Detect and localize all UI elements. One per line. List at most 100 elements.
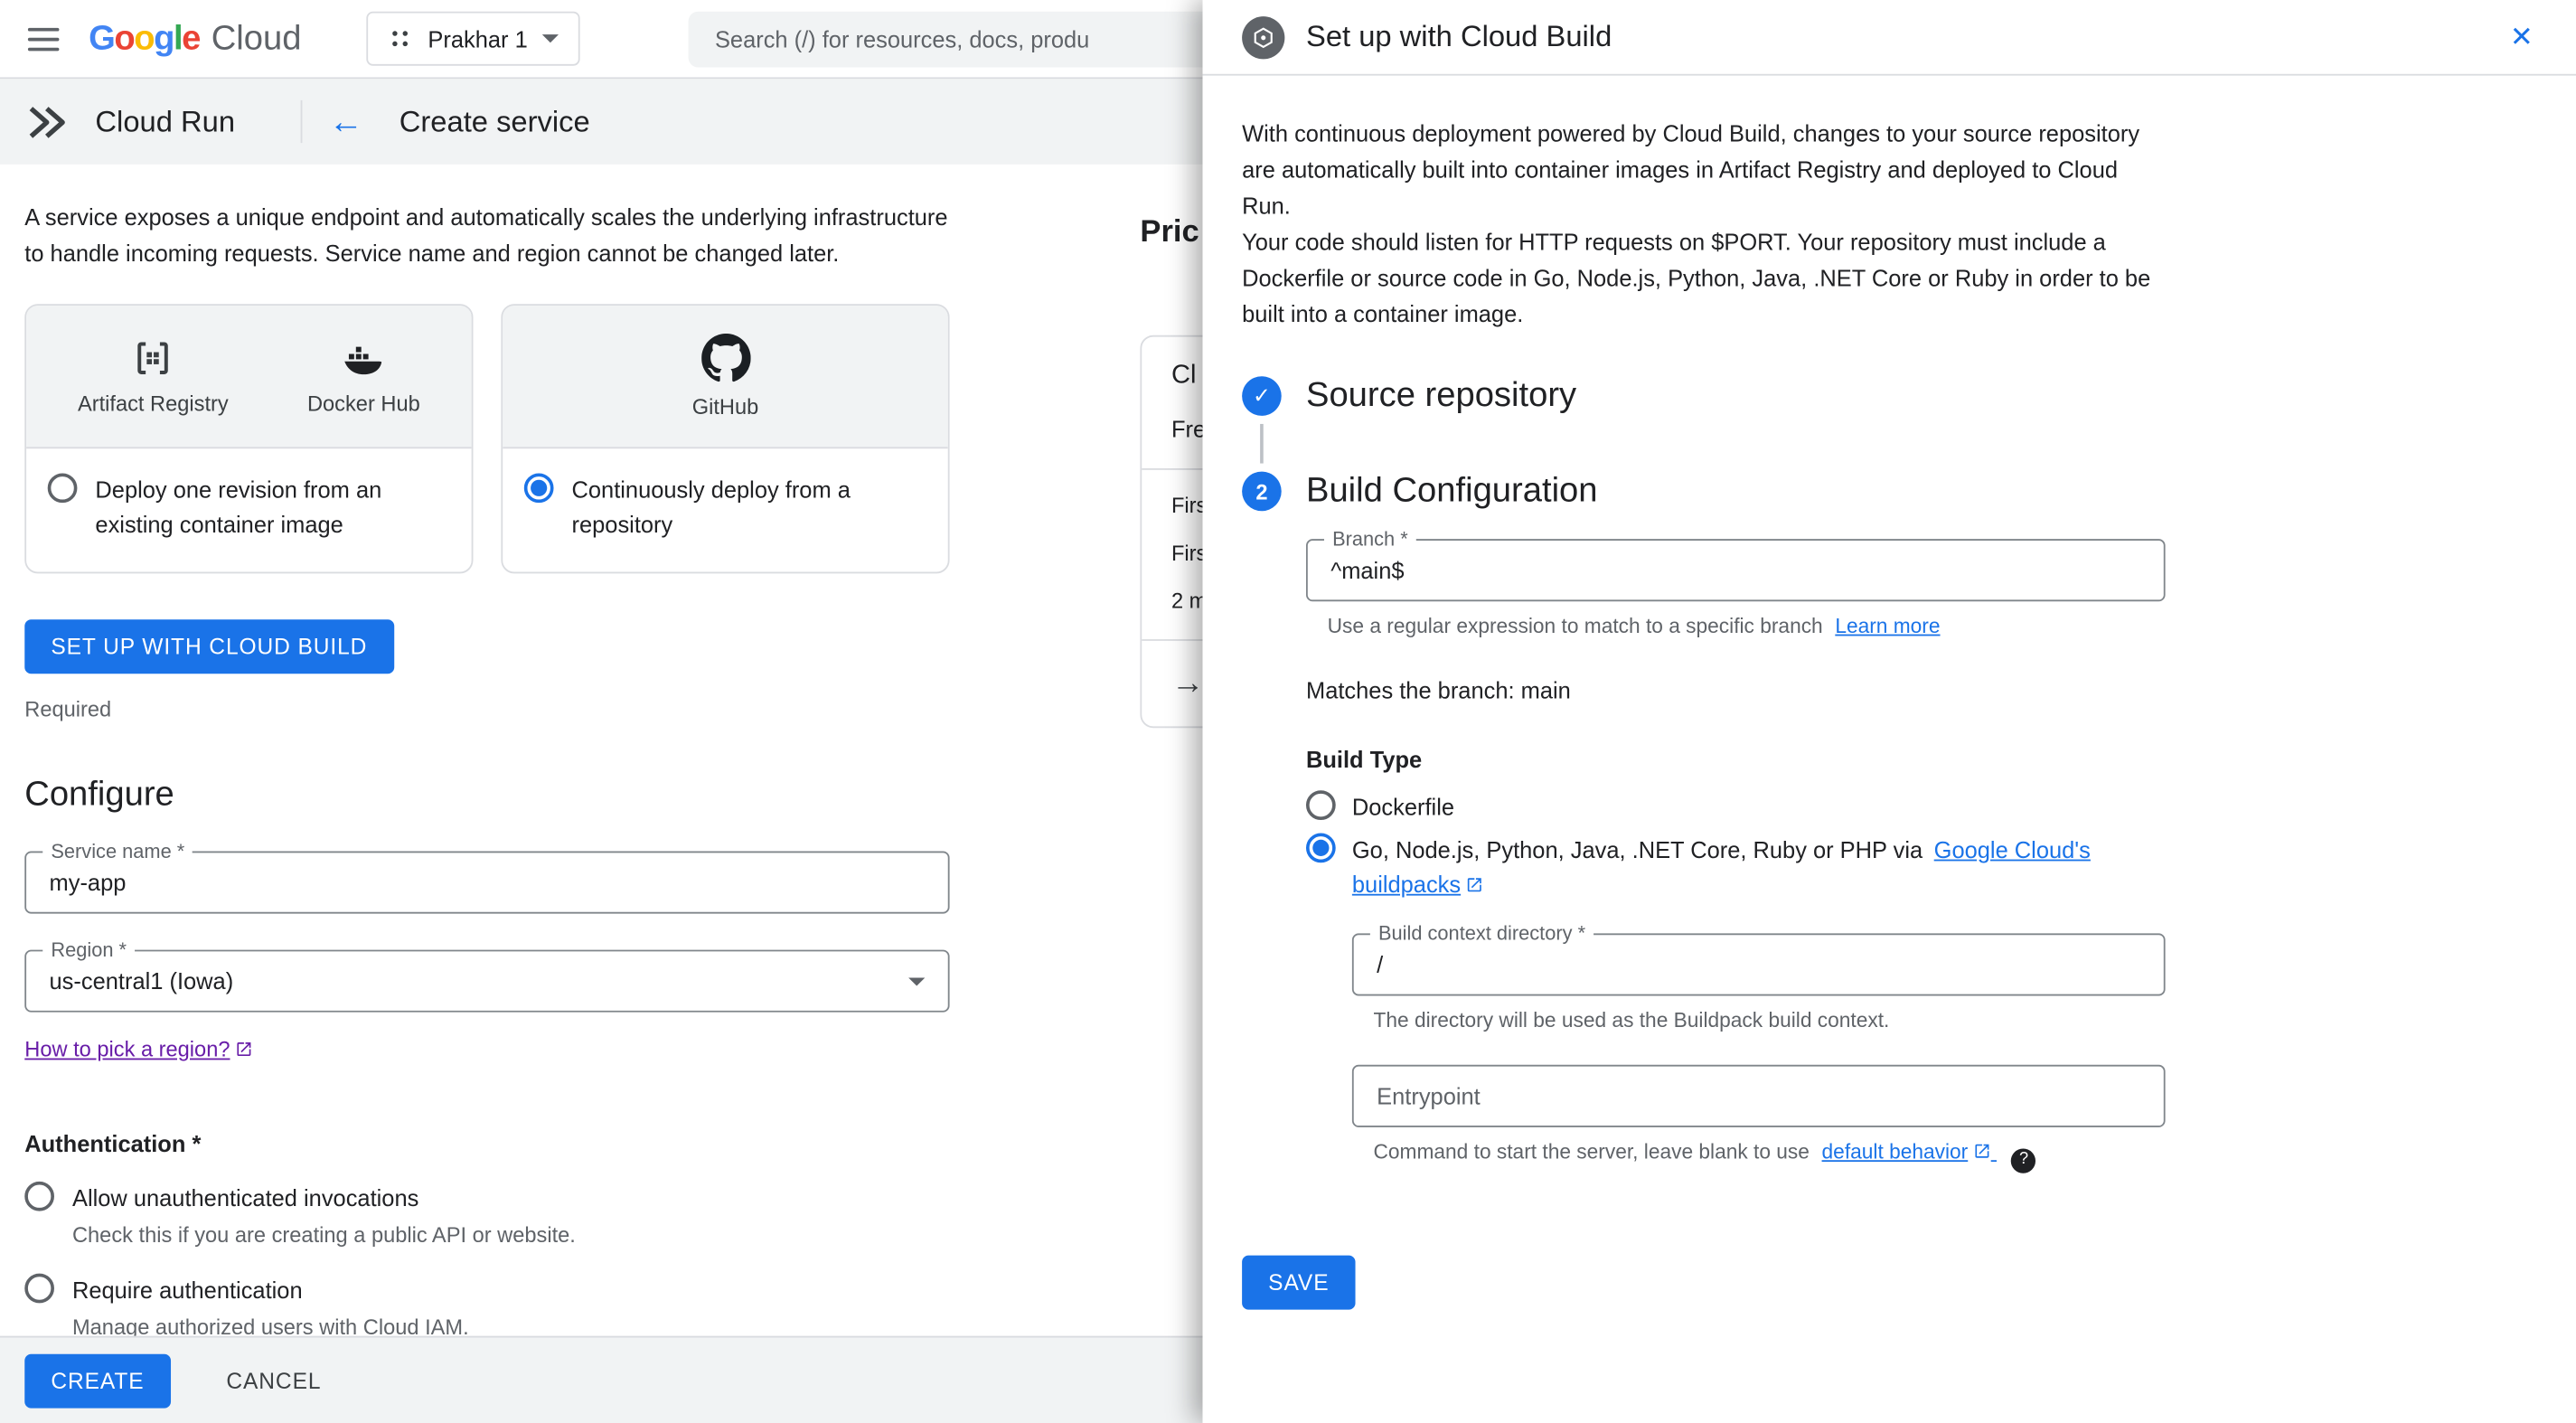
- radio-unselected-icon[interactable]: [47, 473, 78, 504]
- google-cloud-logo[interactable]: Google Cloud: [89, 19, 301, 59]
- panel-paragraph: With continuous deployment powered by Cl…: [1242, 119, 2140, 219]
- save-button[interactable]: SAVE: [1242, 1254, 1356, 1309]
- entrypoint-field[interactable]: [1351, 1064, 2166, 1127]
- radio-selected-icon[interactable]: [1305, 833, 1336, 863]
- auth-option-desc: Check this if you are creating a public …: [71, 1222, 576, 1248]
- learn-more-link[interactable]: Learn more: [1835, 615, 1940, 637]
- deploy-revision-option[interactable]: Deploy one revision from an existing con…: [26, 448, 472, 571]
- dockerfile-option-label: Dockerfile: [1351, 793, 1455, 820]
- panel-header: Set up with Cloud Build ✕: [1202, 0, 2576, 76]
- stepper-connector: [1260, 423, 1264, 464]
- build-configuration-form: Branch * Use a regular expression to mat…: [1305, 529, 2166, 1173]
- container-image-card: Artifact Registry Docker Hub Deploy one …: [24, 304, 474, 574]
- logo-letter: e: [182, 18, 201, 57]
- panel-body: With continuous deployment powered by Cl…: [1202, 76, 2576, 1423]
- buildpacks-option-label: Go, Node.js, Python, Java, .NET Core, Ru…: [1352, 834, 2095, 902]
- region-value: us-central1 (Iowa): [49, 967, 234, 994]
- cloud-build-panel: Set up with Cloud Build ✕ With continuou…: [1202, 0, 2576, 1423]
- logo-letter: o: [114, 18, 135, 57]
- cloud-run-icon: [24, 99, 69, 144]
- close-button[interactable]: ✕: [2510, 23, 2534, 51]
- build-type-buildpacks-option[interactable]: Go, Node.js, Python, Java, .NET Core, Ru…: [1305, 833, 2166, 902]
- branch-input[interactable]: [1330, 557, 2141, 584]
- intro-text: A service exposes a unique endpoint and …: [24, 203, 948, 266]
- create-button[interactable]: CREATE: [24, 1352, 171, 1408]
- region-label: Region *: [42, 939, 136, 960]
- step2-title: Build Configuration: [1305, 471, 1598, 510]
- build-type-dockerfile-option[interactable]: Dockerfile: [1305, 790, 2166, 825]
- build-type-heading: Build Type: [1305, 746, 1423, 773]
- menu-icon[interactable]: [27, 26, 60, 51]
- source-label: Docker Hub: [306, 391, 420, 416]
- create-service-form: A service exposes a unique endpoint and …: [24, 201, 950, 1342]
- branch-field[interactable]: Branch *: [1305, 529, 2166, 602]
- logo-letter: l: [174, 18, 183, 57]
- continuous-deploy-option[interactable]: Continuously deploy from a repository: [503, 448, 948, 571]
- radio-unselected-icon[interactable]: [24, 1273, 54, 1304]
- build-context-helper: The directory will be used as the Buildp…: [1373, 1009, 1890, 1032]
- back-button[interactable]: ←: [329, 104, 363, 138]
- configure-heading: Configure: [24, 775, 174, 814]
- auth-option-unauthenticated[interactable]: Allow unauthenticated invocations Check …: [24, 1181, 949, 1249]
- cancel-button[interactable]: CANCEL: [226, 1368, 321, 1392]
- radio-option-label: Deploy one revision from an existing con…: [95, 476, 382, 538]
- region-select[interactable]: Region * us-central1 (Iowa): [24, 939, 950, 1013]
- external-link-icon: [237, 1042, 251, 1057]
- region-help-row: How to pick a region?: [24, 1037, 949, 1061]
- container-sources: Artifact Registry Docker Hub: [26, 306, 472, 449]
- branch-match-text: Matches the branch: main: [1305, 676, 1571, 703]
- entrypoint-input[interactable]: [1377, 1082, 2141, 1109]
- logo-letter: o: [134, 18, 155, 57]
- logo-letter: g: [154, 18, 174, 57]
- service-name-field[interactable]: Service name *: [24, 842, 950, 914]
- auth-option-label: Allow unauthenticated invocations: [71, 1184, 419, 1211]
- buildpacks-option-prefix: Go, Node.js, Python, Java, .NET Core, Ru…: [1351, 836, 1923, 863]
- step-build-configuration[interactable]: 2 Build Configuration: [1242, 471, 2536, 512]
- screen: Google Cloud Prakhar 1 Cloud Ru: [0, 0, 2576, 1423]
- branch-helper: Use a regular expression to match to a s…: [1328, 613, 2166, 639]
- radio-option-label: Continuously deploy from a repository: [571, 476, 851, 538]
- build-context-input[interactable]: [1377, 951, 2141, 978]
- entrypoint-helper-text: Command to start the server, leave blank…: [1373, 1140, 1810, 1164]
- header-divider: [300, 99, 303, 144]
- help-icon[interactable]: ?: [2011, 1147, 2036, 1173]
- auth-option-require[interactable]: Require authentication Manage authorized…: [24, 1273, 949, 1342]
- repository-card: GitHub Continuously deploy from a reposi…: [501, 304, 950, 574]
- region-help-link[interactable]: How to pick a region?: [24, 1037, 253, 1061]
- artifact-registry-source: Artifact Registry: [78, 337, 229, 416]
- build-context-field[interactable]: Build context directory *: [1351, 923, 2166, 996]
- region-help-link-text: How to pick a region?: [24, 1036, 230, 1062]
- page-title: Create service: [399, 104, 590, 137]
- panel-paragraph: Your code should listen for HTTP request…: [1242, 228, 2151, 327]
- authentication-heading: Authentication *: [24, 1130, 202, 1157]
- github-icon: [700, 333, 750, 383]
- step1-complete-circle: ✓: [1242, 376, 1282, 416]
- external-link-icon: [1468, 878, 1482, 892]
- project-selector[interactable]: Prakhar 1: [367, 11, 580, 66]
- source-label: GitHub: [691, 394, 759, 419]
- step1-title: Source repository: [1305, 376, 1577, 415]
- source-label: Artifact Registry: [77, 391, 229, 416]
- close-icon: ✕: [2509, 21, 2534, 53]
- step-source-repository[interactable]: ✓ Source repository: [1242, 376, 2536, 416]
- product-title: Cloud Run: [95, 104, 236, 137]
- logo-letter: G: [89, 18, 116, 57]
- cloud-build-icon: [1242, 15, 1285, 59]
- build-context-label: Build context directory *: [1369, 923, 1594, 944]
- auth-option-label: Require authentication: [71, 1277, 303, 1304]
- radio-selected-icon[interactable]: [523, 473, 554, 504]
- radio-unselected-icon[interactable]: [24, 1181, 54, 1211]
- step2-circle: 2: [1242, 471, 1282, 512]
- chevron-down-icon: [908, 976, 926, 985]
- default-behavior-link[interactable]: default behavior: [1822, 1140, 1997, 1164]
- branch-label: Branch *: [1323, 529, 1416, 550]
- logo-cloud-word: Cloud: [211, 18, 302, 57]
- radio-unselected-icon[interactable]: [1305, 790, 1336, 820]
- chevron-down-icon: [542, 34, 559, 43]
- panel-title: Set up with Cloud Build: [1305, 19, 1612, 53]
- branch-helper-text: Use a regular expression to match to a s…: [1327, 614, 1823, 638]
- setup-cloud-build-button[interactable]: SET UP WITH CLOUD BUILD: [24, 619, 394, 674]
- check-icon: ✓: [1253, 382, 1271, 408]
- service-name-input[interactable]: [49, 869, 926, 896]
- back-arrow-icon: ←: [328, 102, 363, 141]
